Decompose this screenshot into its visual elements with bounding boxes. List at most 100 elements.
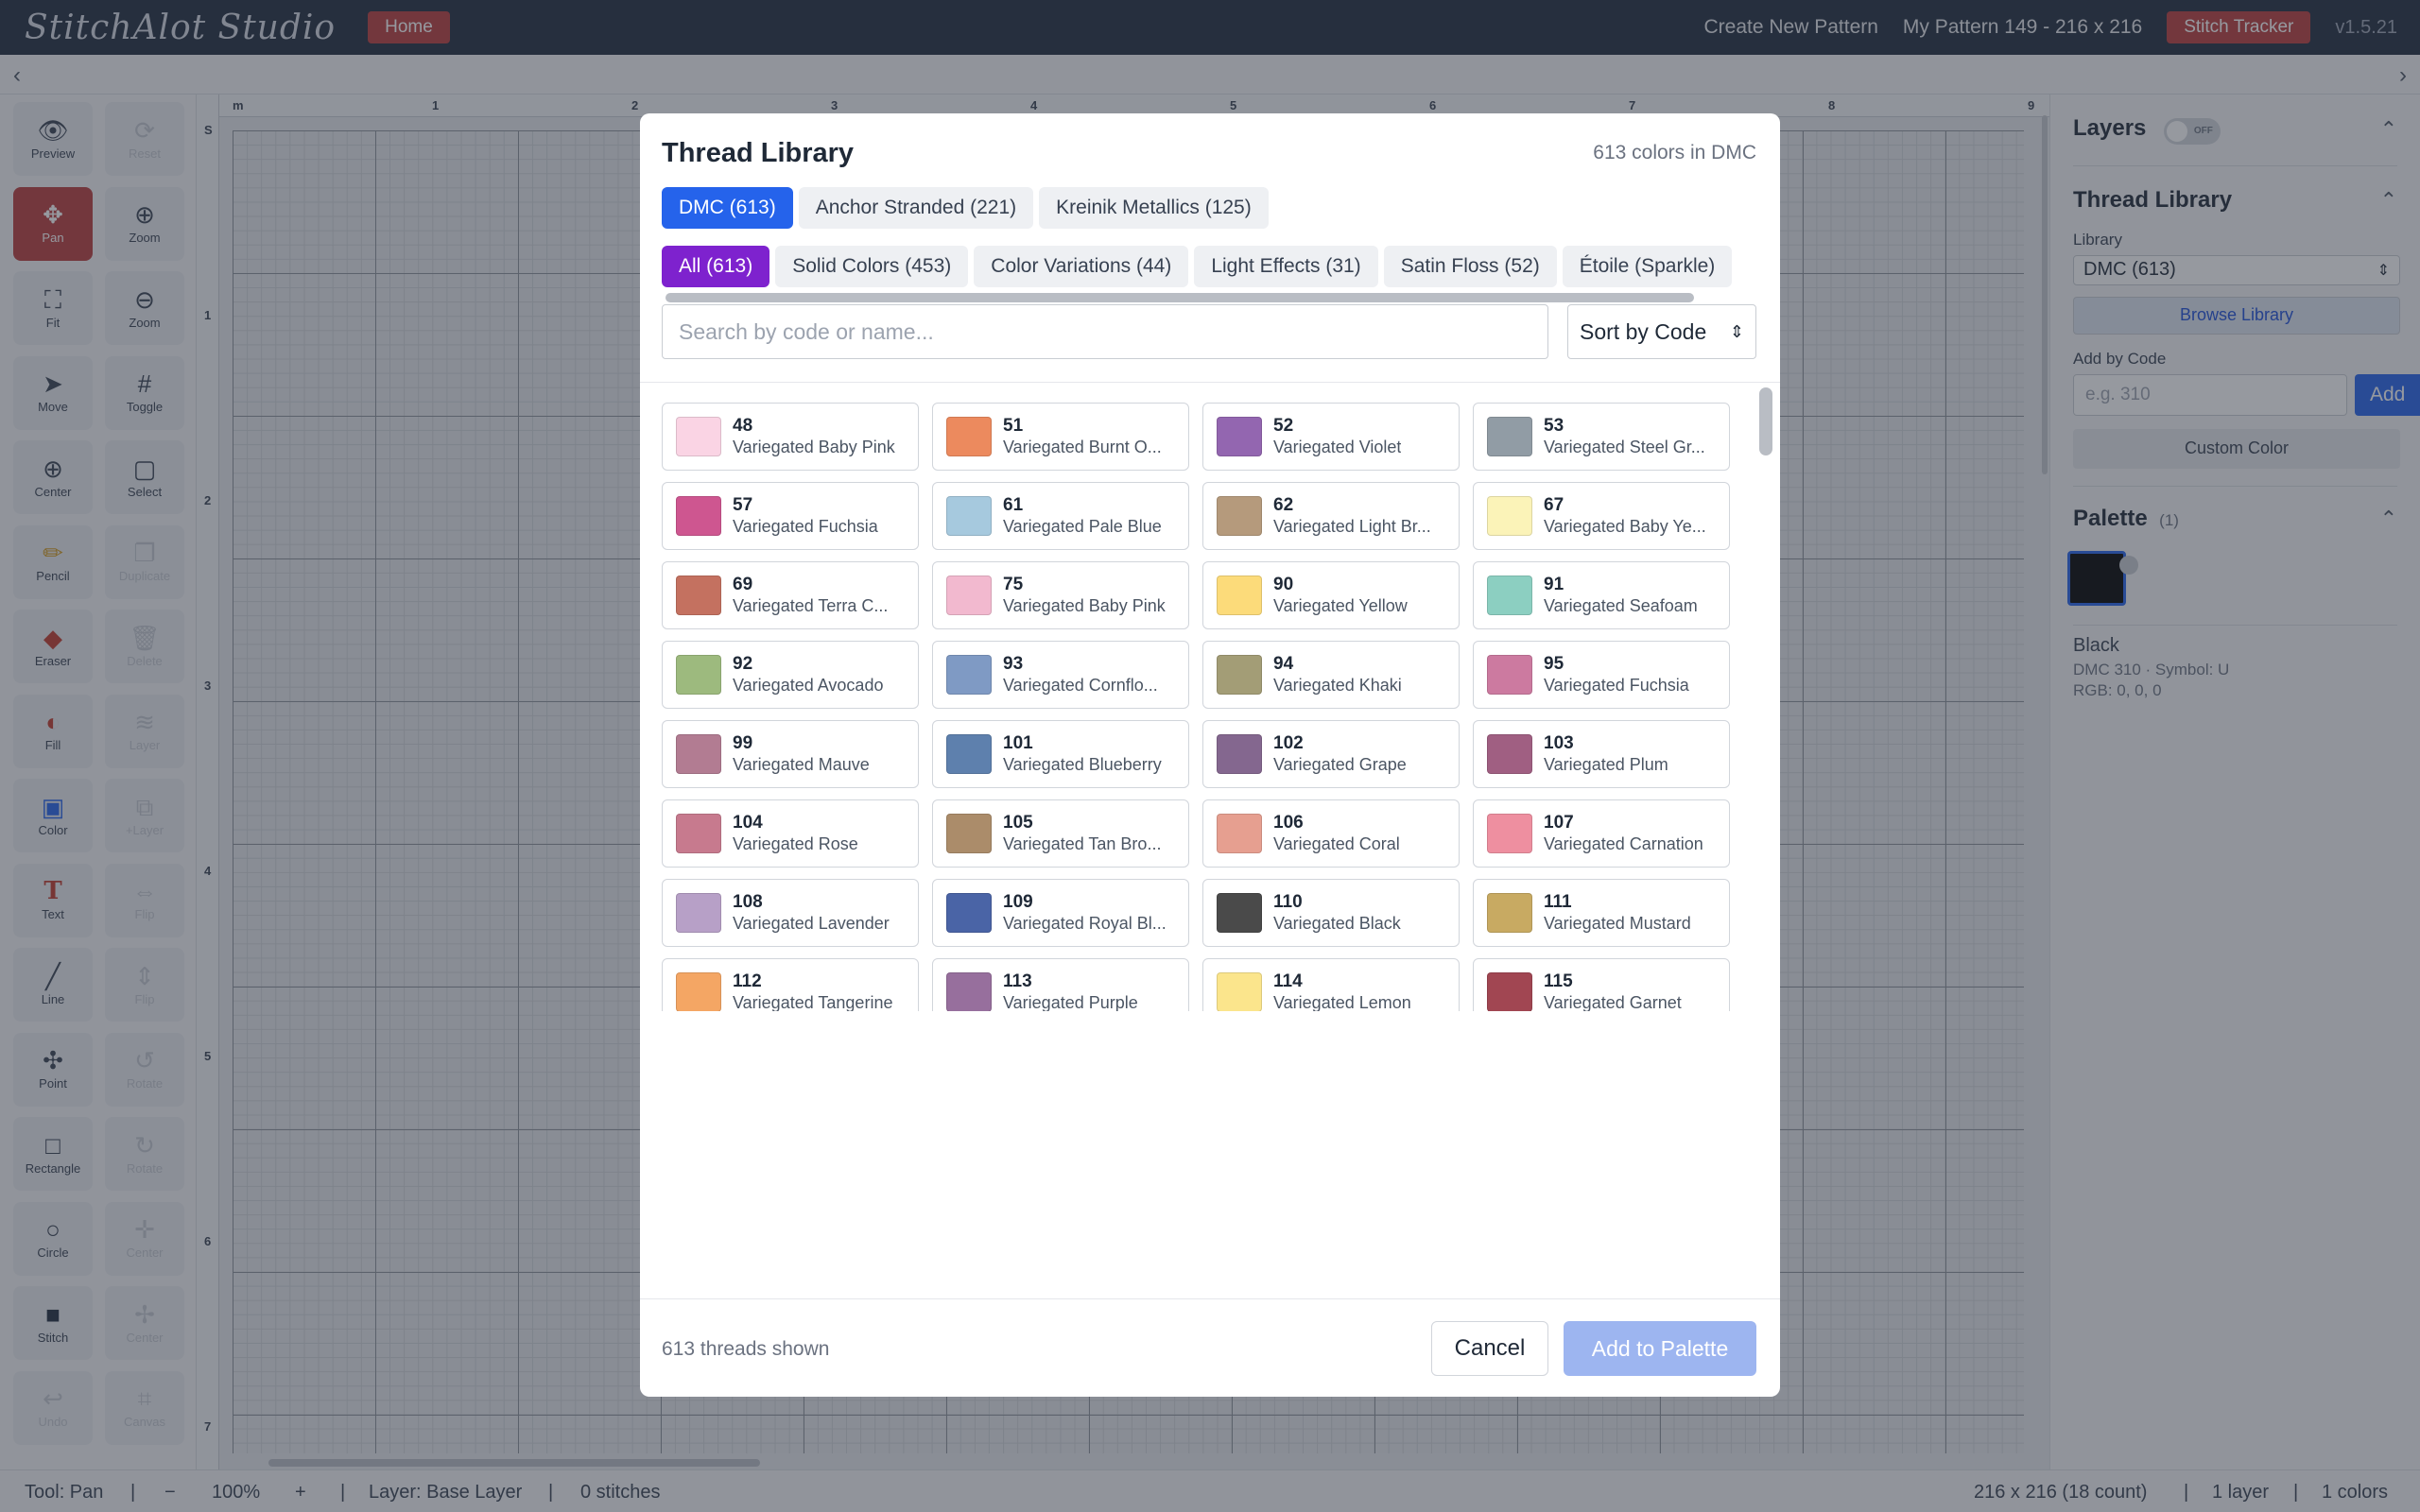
thread-card[interactable]: 75 Variegated Baby Pink bbox=[932, 561, 1189, 629]
thread-name: Variegated Purple bbox=[1003, 993, 1138, 1011]
thread-card[interactable]: 101 Variegated Blueberry bbox=[932, 720, 1189, 788]
thread-text: 51 Variegated Burnt O... bbox=[1003, 416, 1162, 457]
thread-name: Variegated Lemon bbox=[1273, 993, 1411, 1011]
thread-name: Variegated Royal Bl... bbox=[1003, 914, 1167, 933]
thread-card[interactable]: 103 Variegated Plum bbox=[1473, 720, 1730, 788]
category-tabs-viewport: All (613) Solid Colors (453) Color Variati… bbox=[662, 246, 1758, 287]
thread-swatch bbox=[1487, 972, 1532, 1011]
thread-card[interactable]: 53 Variegated Steel Gr... bbox=[1473, 403, 1730, 471]
thread-name: Variegated Garnet bbox=[1544, 993, 1682, 1011]
thread-code: 75 bbox=[1003, 575, 1024, 594]
thread-card[interactable]: 109 Variegated Royal Bl... bbox=[932, 879, 1189, 947]
add-to-palette-button[interactable]: Add to Palette bbox=[1564, 1321, 1756, 1376]
thread-name: Variegated Black bbox=[1273, 914, 1401, 933]
thread-card[interactable]: 111 Variegated Mustard bbox=[1473, 879, 1730, 947]
thread-code: 113 bbox=[1003, 971, 1032, 991]
category-tab[interactable]: Color Variations (44) bbox=[974, 246, 1189, 287]
thread-card[interactable]: 57 Variegated Fuchsia bbox=[662, 482, 919, 550]
thread-card[interactable]: 102 Variegated Grape bbox=[1202, 720, 1460, 788]
thread-name: Variegated Burnt O... bbox=[1003, 438, 1162, 456]
thread-card[interactable]: 95 Variegated Fuchsia bbox=[1473, 641, 1730, 709]
thread-name: Variegated Terra C... bbox=[733, 596, 889, 615]
thread-card[interactable]: 94 Variegated Khaki bbox=[1202, 641, 1460, 709]
thread-swatch bbox=[1217, 972, 1262, 1011]
thread-swatch bbox=[1487, 576, 1532, 615]
thread-card[interactable]: 92 Variegated Avocado bbox=[662, 641, 919, 709]
thread-name: Variegated Blueberry bbox=[1003, 755, 1162, 774]
category-tab[interactable]: Satin Floss (52) bbox=[1383, 246, 1557, 287]
thread-card[interactable]: 91 Variegated Seafoam bbox=[1473, 561, 1730, 629]
category-tab[interactable]: Étoile (Sparkle) bbox=[1562, 246, 1733, 287]
divider bbox=[640, 382, 1780, 383]
thread-name: Variegated Baby Ye... bbox=[1544, 517, 1706, 536]
thread-list-scrollbar[interactable] bbox=[1758, 387, 1775, 1011]
thread-text: 112 Variegated Tangerine bbox=[733, 971, 892, 1011]
thread-swatch bbox=[1217, 655, 1262, 695]
thread-text: 111 Variegated Mustard bbox=[1544, 892, 1691, 934]
thread-code: 48 bbox=[733, 416, 753, 436]
thread-card[interactable]: 114 Variegated Lemon bbox=[1202, 958, 1460, 1011]
thread-swatch bbox=[946, 734, 992, 774]
thread-card[interactable]: 104 Variegated Rose bbox=[662, 799, 919, 868]
thread-text: 104 Variegated Rose bbox=[733, 813, 858, 854]
library-tab[interactable]: DMC (613) bbox=[662, 187, 793, 229]
thread-card[interactable]: 99 Variegated Mauve bbox=[662, 720, 919, 788]
thread-card[interactable]: 105 Variegated Tan Bro... bbox=[932, 799, 1189, 868]
thread-card[interactable]: 61 Variegated Pale Blue bbox=[932, 482, 1189, 550]
thread-name: Variegated Light Br... bbox=[1273, 517, 1431, 536]
cancel-button[interactable]: Cancel bbox=[1431, 1321, 1548, 1376]
thread-card[interactable]: 51 Variegated Burnt O... bbox=[932, 403, 1189, 471]
thread-swatch bbox=[676, 655, 721, 695]
thread-card[interactable]: 93 Variegated Cornflo... bbox=[932, 641, 1189, 709]
library-tab[interactable]: Kreinik Metallics (125) bbox=[1039, 187, 1269, 229]
thread-name: Variegated Fuchsia bbox=[733, 517, 878, 536]
thread-card[interactable]: 110 Variegated Black bbox=[1202, 879, 1460, 947]
thread-card[interactable]: 67 Variegated Baby Ye... bbox=[1473, 482, 1730, 550]
thread-code: 110 bbox=[1273, 892, 1303, 912]
thread-card[interactable]: 113 Variegated Purple bbox=[932, 958, 1189, 1011]
thread-text: 94 Variegated Khaki bbox=[1273, 654, 1402, 696]
thread-name: Variegated Khaki bbox=[1273, 676, 1402, 695]
category-tab[interactable]: Solid Colors (453) bbox=[775, 246, 969, 287]
thread-swatch bbox=[676, 893, 721, 933]
category-tab[interactable]: All (613) bbox=[662, 246, 770, 287]
thread-name: Variegated Mauve bbox=[733, 755, 870, 774]
thread-code: 112 bbox=[733, 971, 762, 991]
thread-code: 53 bbox=[1544, 416, 1564, 436]
thread-text: 69 Variegated Terra C... bbox=[733, 575, 888, 616]
thread-text: 114 Variegated Lemon bbox=[1273, 971, 1411, 1011]
thread-swatch bbox=[1487, 496, 1532, 536]
sort-select[interactable]: Sort by Code ⇕ bbox=[1567, 304, 1756, 359]
thread-name: Variegated Baby Pink bbox=[1003, 596, 1166, 615]
thread-card[interactable]: 106 Variegated Coral bbox=[1202, 799, 1460, 868]
thread-text: 57 Variegated Fuchsia bbox=[733, 495, 878, 537]
thread-text: 106 Variegated Coral bbox=[1273, 813, 1400, 854]
thread-card[interactable]: 69 Variegated Terra C... bbox=[662, 561, 919, 629]
thread-code: 67 bbox=[1544, 495, 1564, 515]
thread-code: 95 bbox=[1544, 654, 1564, 674]
thread-swatch bbox=[946, 576, 992, 615]
thread-card[interactable]: 115 Variegated Garnet bbox=[1473, 958, 1730, 1011]
thread-card[interactable]: 62 Variegated Light Br... bbox=[1202, 482, 1460, 550]
category-tabs-scrollbar[interactable] bbox=[666, 293, 1694, 302]
thread-text: 105 Variegated Tan Bro... bbox=[1003, 813, 1161, 854]
thread-card[interactable]: 48 Variegated Baby Pink bbox=[662, 403, 919, 471]
thread-code: 93 bbox=[1003, 654, 1024, 674]
thread-card[interactable]: 108 Variegated Lavender bbox=[662, 879, 919, 947]
thread-list-scroll-thumb[interactable] bbox=[1759, 387, 1772, 455]
thread-text: 108 Variegated Lavender bbox=[733, 892, 890, 934]
thread-card[interactable]: 90 Variegated Yellow bbox=[1202, 561, 1460, 629]
library-tab[interactable]: Anchor Stranded (221) bbox=[798, 187, 1034, 229]
category-tab[interactable]: Light Effects (31) bbox=[1194, 246, 1378, 287]
thread-code: 61 bbox=[1003, 495, 1024, 515]
thread-card[interactable]: 107 Variegated Carnation bbox=[1473, 799, 1730, 868]
divider bbox=[640, 1298, 1780, 1299]
thread-name: Variegated Tangerine bbox=[733, 993, 893, 1011]
thread-code: 108 bbox=[733, 892, 763, 912]
thread-name: Variegated Seafoam bbox=[1544, 596, 1698, 615]
thread-search-input[interactable]: Search by code or name... bbox=[662, 304, 1548, 359]
thread-card[interactable]: 112 Variegated Tangerine bbox=[662, 958, 919, 1011]
thread-name: Variegated Cornflo... bbox=[1003, 676, 1158, 695]
thread-card[interactable]: 52 Variegated Violet bbox=[1202, 403, 1460, 471]
thread-name: Variegated Carnation bbox=[1544, 834, 1703, 853]
